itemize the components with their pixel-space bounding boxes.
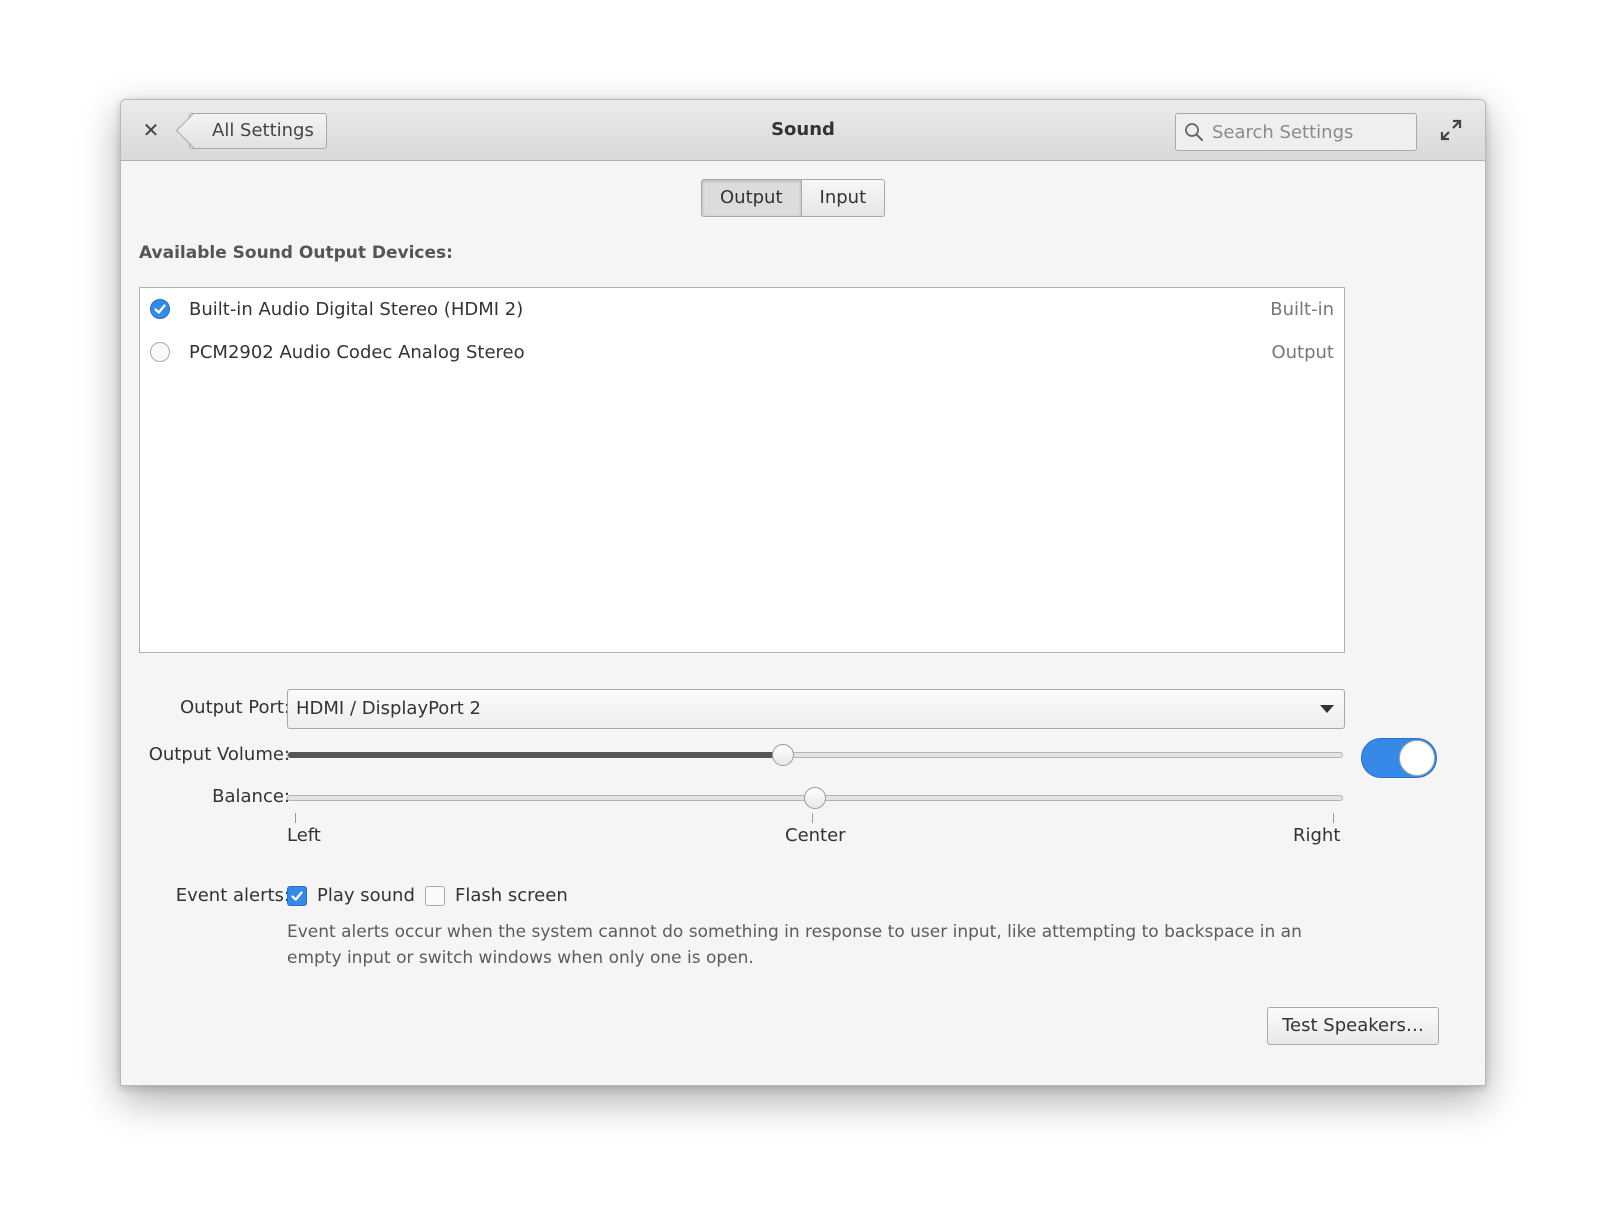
maximize-icon[interactable]: [1439, 118, 1463, 142]
test-speakers-button[interactable]: Test Speakers…: [1267, 1007, 1439, 1045]
flash-screen-label[interactable]: Flash screen: [455, 884, 568, 908]
tab-input[interactable]: Input: [800, 180, 885, 216]
device-name: Built-in Audio Digital Stereo (HDMI 2): [189, 299, 524, 320]
chevron-down-icon: [1320, 705, 1334, 713]
output-volume-knob[interactable]: [772, 744, 795, 766]
titlebar: ✕ All Settings Sound: [121, 100, 1485, 161]
flash-screen-checkbox[interactable]: [425, 886, 445, 906]
search-input[interactable]: [1212, 114, 1408, 150]
play-sound-checkbox[interactable]: [287, 886, 307, 906]
device-name: PCM2902 Audio Codec Analog Stereo: [189, 342, 525, 363]
search-box[interactable]: [1175, 113, 1417, 151]
output-port-value: HDMI / DisplayPort 2: [296, 698, 481, 719]
balance-tick-left: [295, 813, 296, 823]
output-port-combo[interactable]: HDMI / DisplayPort 2: [287, 689, 1345, 729]
balance-tick-center: [812, 813, 813, 823]
balance-label: Balance:: [212, 786, 290, 807]
output-device-list: Built-in Audio Digital Stereo (HDMI 2) B…: [139, 287, 1345, 653]
event-alerts-label: Event alerts:: [175, 885, 290, 906]
sound-settings-window: ✕ All Settings Sound Output Input Availa…: [120, 99, 1486, 1086]
switch-knob: [1399, 740, 1435, 776]
device-row[interactable]: Built-in Audio Digital Stereo (HDMI 2) B…: [140, 290, 1344, 330]
devices-section-title: Available Sound Output Devices:: [139, 243, 453, 263]
check-icon: [291, 891, 303, 901]
device-type: Output: [1271, 342, 1334, 363]
check-icon: [154, 304, 166, 314]
output-input-switcher: Output Input: [701, 179, 886, 217]
balance-mark-left: Left: [287, 825, 321, 846]
output-volume-fill: [288, 752, 785, 758]
balance-mark-right: Right: [1293, 825, 1341, 846]
balance-knob[interactable]: [804, 787, 826, 809]
output-volume-slider[interactable]: [287, 752, 1343, 758]
balance-tick-right: [1333, 813, 1334, 823]
event-alerts-help: Event alerts occur when the system canno…: [287, 922, 1302, 968]
output-volume-label: Output Volume:: [148, 744, 290, 765]
balance-mark-center: Center: [785, 825, 846, 846]
device-radio[interactable]: [150, 342, 170, 362]
search-icon: [1185, 123, 1203, 141]
output-port-label: Output Port:: [180, 697, 290, 718]
tab-output[interactable]: Output: [702, 180, 801, 216]
device-radio-selected[interactable]: [150, 299, 170, 319]
sound-content: Output Input Available Sound Output Devi…: [121, 161, 1485, 1085]
output-mute-switch[interactable]: [1361, 738, 1437, 778]
play-sound-label[interactable]: Play sound: [317, 884, 415, 908]
device-type: Built-in: [1270, 299, 1334, 320]
device-row[interactable]: PCM2902 Audio Codec Analog Stereo Output: [140, 333, 1344, 373]
